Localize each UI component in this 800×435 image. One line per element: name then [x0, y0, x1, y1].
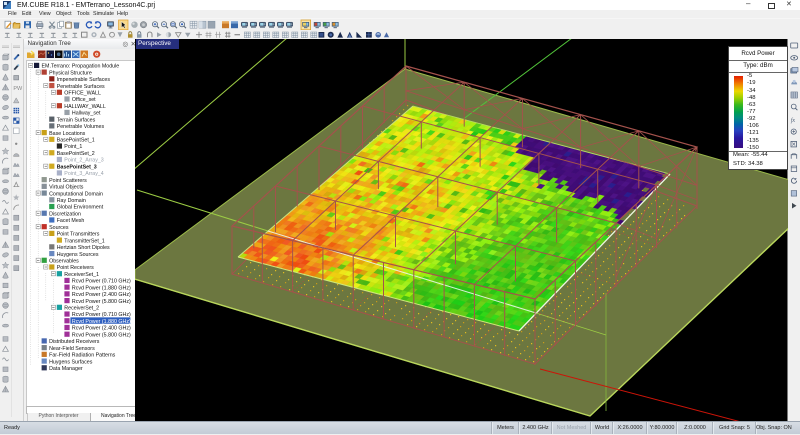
- svg-text:Rcvd Power (5.800 GHz): Rcvd Power (5.800 GHz): [71, 298, 130, 304]
- svg-text:BasePointSet_3: BasePointSet_3: [56, 164, 96, 170]
- svg-text:Hallway_set: Hallway_set: [71, 110, 100, 116]
- svg-text:Point_2_Array_3: Point_2_Array_3: [64, 157, 104, 163]
- svg-text:Office_set: Office_set: [71, 97, 95, 103]
- svg-text:Sources: Sources: [49, 224, 69, 230]
- svg-text:Far-Field Radiation Patterns: Far-Field Radiation Patterns: [49, 352, 116, 358]
- svg-text:Computational Domain: Computational Domain: [49, 191, 103, 197]
- svg-text:Rcvd Power (0.710 GHz): Rcvd Power (0.710 GHz): [71, 278, 130, 284]
- svg-text:fx: fx: [790, 117, 795, 124]
- svg-text:Point Scatterers: Point Scatterers: [49, 177, 87, 183]
- svg-text:Base Locations: Base Locations: [49, 130, 86, 136]
- svg-text:Impenetrable Surfaces: Impenetrable Surfaces: [56, 77, 110, 83]
- svg-text:TransmitterSet_1: TransmitterSet_1: [64, 238, 104, 244]
- svg-text:Rcvd Power (2.400 GHz): Rcvd Power (2.400 GHz): [71, 292, 130, 298]
- svg-text:Huygens Sources: Huygens Sources: [56, 251, 98, 257]
- svg-text:Terrain Surfaces: Terrain Surfaces: [56, 117, 95, 123]
- svg-text:OFFICE_WALL: OFFICE_WALL: [64, 90, 101, 96]
- svg-text:Distributed Receivers: Distributed Receivers: [49, 339, 100, 345]
- svg-text:Point_3_Array_4: Point_3_Array_4: [64, 171, 104, 177]
- svg-text:Penetrable Surfaces: Penetrable Surfaces: [56, 83, 104, 89]
- svg-text:Near-Field Sensors: Near-Field Sensors: [49, 345, 95, 351]
- svg-text:Data Manager: Data Manager: [49, 366, 83, 372]
- svg-text:EM.Terrano: Propagation Module: EM.Terrano: Propagation Module: [41, 63, 119, 69]
- svg-text:Global Environment: Global Environment: [56, 204, 103, 210]
- svg-text:Huygens Surfaces: Huygens Surfaces: [49, 359, 93, 365]
- svg-text:Ray Domain: Ray Domain: [56, 198, 85, 204]
- svg-text:Rcvd Power (2.400 GHz): Rcvd Power (2.400 GHz): [71, 325, 130, 331]
- svg-text:Discretization: Discretization: [49, 211, 81, 217]
- svg-text:BasePointSet_1: BasePointSet_1: [56, 137, 94, 143]
- svg-text:Observables: Observables: [49, 258, 79, 264]
- svg-text:Rcvd Power (1.880 GHz): Rcvd Power (1.880 GHz): [71, 318, 130, 324]
- svg-text:Physical Structure: Physical Structure: [49, 70, 92, 76]
- svg-text:Virtual Objects: Virtual Objects: [49, 184, 84, 190]
- svg-text:Hertzian Short Dipoles: Hertzian Short Dipoles: [56, 245, 109, 251]
- svg-text:Point Receivers: Point Receivers: [56, 265, 93, 271]
- svg-text:Rcvd Power (5.800 GHz): Rcvd Power (5.800 GHz): [71, 332, 130, 338]
- svg-text:Point_1: Point_1: [64, 144, 82, 150]
- svg-text:ReceiverSet_1: ReceiverSet_1: [64, 271, 99, 277]
- svg-text:Point Transmitters: Point Transmitters: [56, 231, 99, 237]
- svg-text:Rcvd Power (1.880 GHz): Rcvd Power (1.880 GHz): [71, 285, 130, 291]
- svg-text:Penetrable Volumes: Penetrable Volumes: [56, 124, 104, 130]
- svg-text:Facet Mesh: Facet Mesh: [56, 218, 84, 224]
- svg-text:PW: PW: [13, 86, 22, 92]
- svg-text:Rcvd Power (0.710 GHz): Rcvd Power (0.710 GHz): [71, 312, 130, 318]
- svg-text:BasePointSet_2: BasePointSet_2: [56, 150, 94, 156]
- svg-text:HALLWAY_WALL: HALLWAY_WALL: [64, 103, 106, 109]
- svg-text:ReceiverSet_2: ReceiverSet_2: [64, 305, 99, 311]
